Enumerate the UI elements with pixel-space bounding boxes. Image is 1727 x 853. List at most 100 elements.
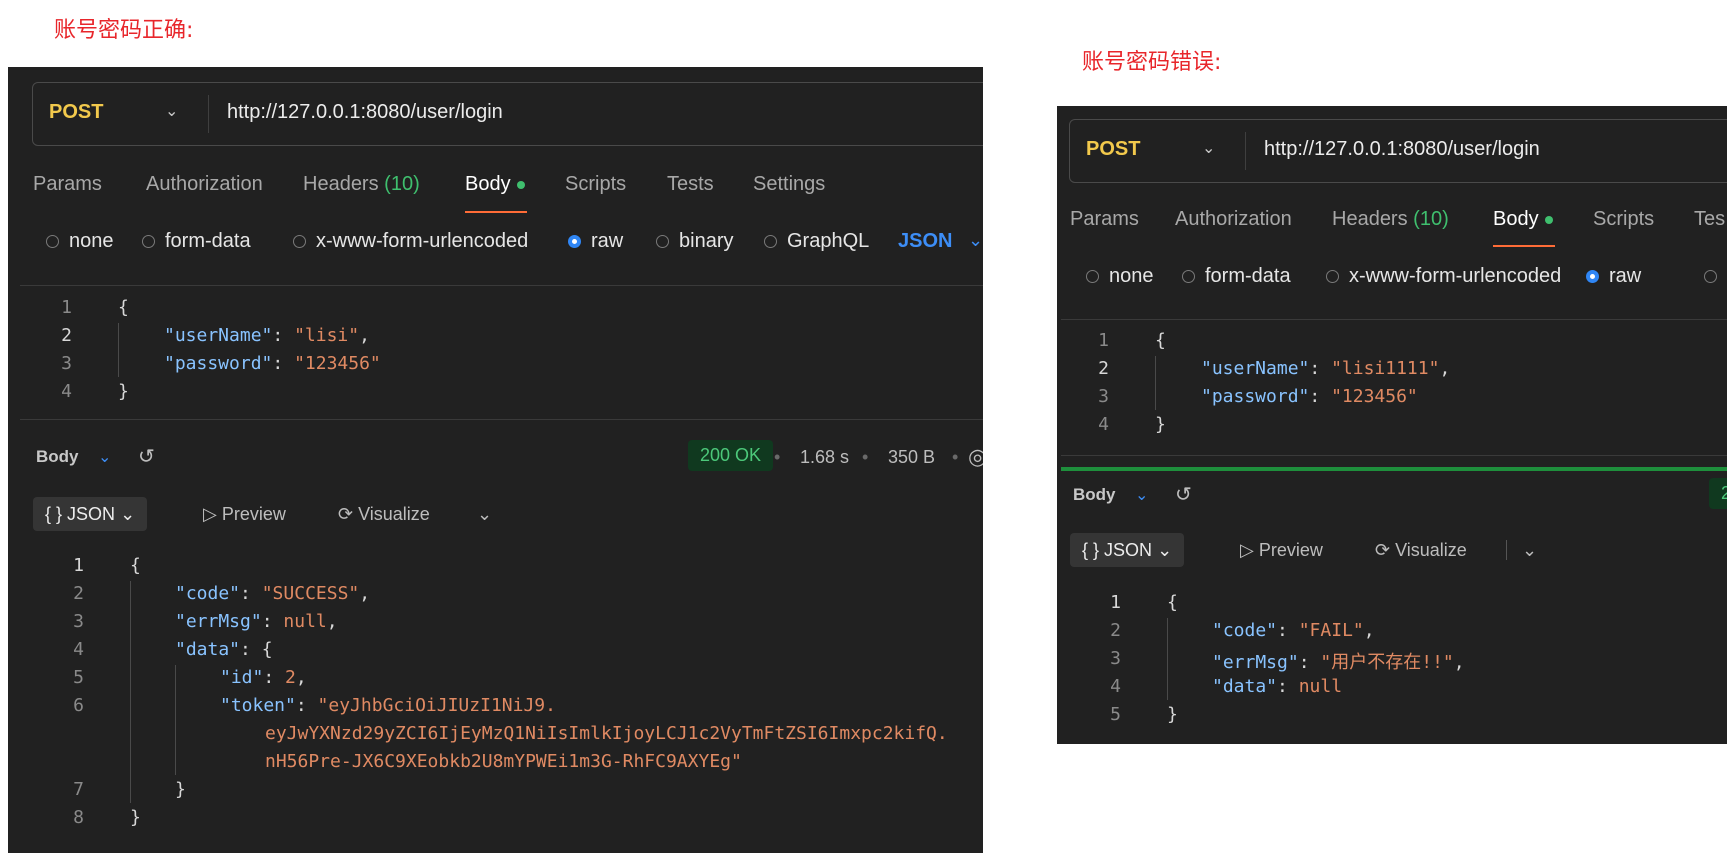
code-brace: {	[118, 297, 129, 318]
history-icon[interactable]: ↺	[138, 444, 155, 469]
request-body-editor[interactable]: 1 2 3 4 { "userName": "lisi", "password"…	[32, 289, 982, 449]
response-header: Body ⌄ ↺ 200 OK • 1.68 s • 350 B • ◎	[36, 440, 983, 487]
chevron-down-icon[interactable]: ⌄	[477, 497, 492, 531]
line-number: 2	[61, 325, 72, 346]
indent-guide	[118, 323, 119, 377]
code-brace: }	[1167, 704, 1178, 725]
modified-dot	[1544, 215, 1553, 224]
line-number: 4	[1110, 676, 1121, 697]
status-badge: 200 OK	[688, 440, 774, 471]
tab-params[interactable]: Params	[1070, 208, 1139, 231]
preview-button[interactable]: ▷ Preview	[203, 497, 286, 531]
request-tabs: Params Authorization Headers (10) Body S…	[1070, 208, 1727, 248]
json-key: "userName"	[164, 325, 273, 346]
tab-authorization[interactable]: Authorization	[1175, 208, 1292, 231]
format-label: JSON	[67, 504, 116, 524]
line-number: 5	[73, 667, 84, 688]
method-select[interactable]: POST	[49, 101, 103, 124]
url-bar: POST ⌄ http://127.0.0.1:8080/user/login	[32, 82, 983, 146]
language-select[interactable]: JSON	[898, 230, 952, 253]
radio-none[interactable]: none	[1086, 265, 1154, 288]
chevron-down-icon[interactable]: ⌄	[968, 230, 983, 251]
code-line: "errMsg": null,	[175, 611, 338, 632]
radio-form-data[interactable]: form-data	[1182, 265, 1291, 288]
radio-label: x-www-form-urlencoded	[316, 230, 529, 252]
format-select[interactable]: { } JSON ⌄	[33, 497, 148, 531]
tab-headers[interactable]: Headers (10)	[1332, 208, 1449, 231]
caption-correct: 账号密码正确:	[54, 18, 194, 43]
chevron-down-icon[interactable]: ⌄	[1522, 533, 1537, 567]
line-number: 3	[1110, 648, 1121, 669]
radio-raw[interactable]: raw	[1586, 265, 1641, 288]
tab-tests[interactable]: Tests	[667, 173, 714, 196]
response-body-label[interactable]: Body	[36, 447, 79, 467]
code-line: "errMsg": "用户不存在!!",	[1212, 652, 1465, 673]
tab-body-label: Body	[1493, 208, 1539, 230]
line-number: 3	[1098, 386, 1109, 407]
tab-scripts[interactable]: Scripts	[565, 173, 626, 196]
chevron-down-icon: ⌄	[120, 504, 136, 524]
radio-none[interactable]: none	[46, 230, 114, 253]
format-select[interactable]: { } JSON ⌄	[1070, 533, 1185, 567]
radio-urlencoded[interactable]: x-www-form-urlencoded	[1326, 265, 1561, 288]
method-select[interactable]: POST	[1086, 138, 1140, 161]
radio-circle	[1086, 270, 1099, 283]
tab-headers[interactable]: Headers (10)	[303, 173, 420, 196]
indent-guide	[175, 665, 176, 775]
response-time: 1.68 s	[800, 447, 850, 467]
tab-tests[interactable]: Tes	[1694, 208, 1725, 231]
radio-binary[interactable]: binary	[656, 230, 733, 253]
radio-form-data[interactable]: form-data	[142, 230, 251, 253]
json-key: "errMsg"	[1212, 652, 1299, 673]
chevron-down-icon[interactable]: ⌄	[1202, 138, 1215, 158]
braces-icon: { }	[1082, 540, 1100, 560]
success-indicator-bar	[1061, 467, 1727, 471]
tab-authorization[interactable]: Authorization	[146, 173, 263, 196]
response-format-toolbar: { } JSON ⌄ ▷ Preview ⟳ Visualize ⌄	[33, 497, 973, 531]
tab-body[interactable]: Body	[1493, 208, 1553, 231]
response-size: 350 B	[888, 447, 936, 467]
response-body-label[interactable]: Body	[1073, 485, 1116, 505]
radio-graphql[interactable]: GraphQL	[764, 230, 869, 253]
radio-label: GraphQL	[787, 230, 870, 252]
chevron-down-icon[interactable]: ⌄	[165, 101, 178, 121]
chevron-down-icon[interactable]: ⌄	[98, 447, 111, 467]
radio-urlencoded[interactable]: x-www-form-urlencoded	[293, 230, 528, 253]
divider	[1506, 540, 1507, 560]
visualize-button[interactable]: ⟳ Visualize	[338, 497, 430, 531]
preview-button[interactable]: ▷ Preview	[1240, 533, 1323, 567]
headers-count: (10)	[1413, 208, 1449, 230]
radio-label: x-www-form-urlencoded	[1349, 265, 1562, 287]
chevron-down-icon: ⌄	[1157, 540, 1173, 560]
radio-label: none	[69, 230, 114, 252]
json-key: "errMsg"	[175, 611, 262, 632]
radio-binary[interactable]: b	[1704, 265, 1727, 288]
code-line-wrapped: nH56Pre-JX6C9XEobkb2U8mYPWEi1m3G-RhFC9AX…	[265, 751, 742, 772]
radio-raw[interactable]: raw	[568, 230, 623, 253]
line-number: 2	[1098, 358, 1109, 379]
json-key: "password"	[164, 353, 273, 374]
separator-dot: •	[774, 447, 781, 467]
response-body-viewer: 1 2 3 4 5 6 7 8 { "code": "SUCCESS", "er…	[44, 547, 974, 847]
tab-body[interactable]: Body	[465, 173, 525, 196]
radio-circle	[46, 235, 59, 248]
body-type-radios: none form-data x-www-form-urlencoded raw…	[46, 230, 983, 260]
tab-params[interactable]: Params	[33, 173, 102, 196]
line-number: 2	[73, 583, 84, 604]
visualize-button[interactable]: ⟳ Visualize	[1375, 533, 1467, 567]
url-input[interactable]: http://127.0.0.1:8080/user/login	[1264, 138, 1540, 161]
request-body-editor[interactable]: 1 2 3 4 { "userName": "lisi1111", "passw…	[1069, 322, 1719, 482]
tab-scripts[interactable]: Scripts	[1593, 208, 1654, 231]
response-header: Body ⌄ ↺ 2	[1073, 478, 1727, 525]
chevron-down-icon[interactable]: ⌄	[1135, 485, 1148, 505]
globe-icon[interactable]: ◎	[968, 444, 983, 470]
json-string: "SUCCESS"	[261, 583, 360, 604]
url-input[interactable]: http://127.0.0.1:8080/user/login	[227, 101, 503, 124]
radio-label: raw	[591, 230, 624, 252]
caption-incorrect: 账号密码错误:	[1082, 50, 1222, 75]
history-icon[interactable]: ↺	[1175, 482, 1192, 507]
radio-label: binary	[679, 230, 734, 252]
tab-settings[interactable]: Settings	[753, 173, 825, 196]
visualize-icon: ⟳	[1375, 540, 1391, 560]
radio-circle	[293, 235, 306, 248]
